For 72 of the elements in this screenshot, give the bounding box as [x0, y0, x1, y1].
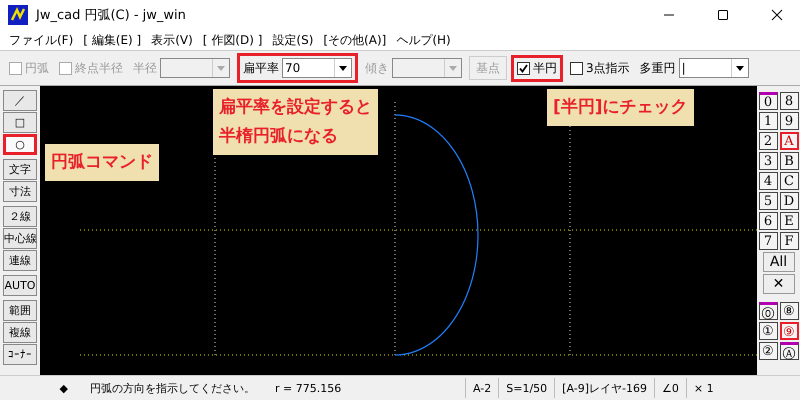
- tool-button[interactable]: ○: [3, 134, 37, 155]
- layer-button[interactable]: E: [780, 212, 798, 230]
- menu-item[interactable]: 設定(S): [267, 32, 318, 48]
- layer-button[interactable]: 2: [758, 132, 778, 150]
- layer-group-button[interactable]: ①: [758, 322, 778, 340]
- status-cell: [A-9]レイヤ-169: [554, 378, 654, 398]
- status-marker: ◆: [58, 382, 69, 394]
- combo-field[interactable]: |: [678, 58, 749, 78]
- tool-button[interactable]: 複線: [3, 322, 37, 343]
- tool-button[interactable]: 文字: [3, 159, 37, 180]
- layer-group-button[interactable]: ⑨: [780, 322, 798, 340]
- field-label: 扁平率: [243, 60, 279, 76]
- tool-button[interactable]: □: [3, 112, 37, 133]
- layer-button[interactable]: B: [780, 152, 798, 170]
- tool-button[interactable]: 寸法: [3, 181, 37, 202]
- field-label: 多重円: [640, 60, 676, 76]
- layer-button[interactable]: 1: [758, 112, 778, 130]
- annotation-note: 扁平率を設定すると 半楕円弧になる: [213, 89, 378, 155]
- tool-button[interactable]: 中心線: [3, 228, 37, 249]
- status-cell: S=1/50: [498, 378, 554, 398]
- dropdown-arrow-icon[interactable]: [339, 66, 347, 70]
- menu-item[interactable]: [その他(A)]: [318, 32, 392, 48]
- app-icon: [8, 5, 28, 25]
- layer-group-button[interactable]: Ⓐ: [780, 342, 798, 360]
- layer-button[interactable]: 0: [758, 92, 778, 110]
- tool-button[interactable]: 連線: [3, 250, 37, 271]
- layer-group-button[interactable]: ⓪: [758, 302, 778, 320]
- layer-button[interactable]: D: [780, 192, 798, 210]
- layer-group-button[interactable]: ⑧: [780, 302, 798, 320]
- layer-group-button[interactable]: ②: [758, 342, 778, 360]
- close-icon[interactable]: [771, 9, 783, 21]
- layer-button[interactable]: 4: [758, 172, 778, 190]
- tool-button[interactable]: AUTO: [3, 275, 37, 296]
- menu-item[interactable]: 表示(V): [146, 32, 198, 48]
- status-reading: r = 775.156: [275, 382, 342, 394]
- status-cell: ∠0: [654, 378, 686, 398]
- checkbox-label: 円弧: [25, 60, 49, 76]
- status-message: 円弧の方向を指示してください。: [89, 380, 256, 396]
- checkbox[interactable]: [517, 62, 530, 74]
- combo-field[interactable]: 70: [282, 58, 352, 78]
- checkbox-label: 3点指示: [586, 60, 630, 76]
- tool-button[interactable]: 範囲: [3, 300, 37, 321]
- field-label: 半径: [133, 60, 157, 76]
- field-label: 傾き: [365, 60, 389, 76]
- maximize-icon[interactable]: [717, 9, 729, 21]
- checkbox-label: 半円: [533, 60, 557, 76]
- tool-button[interactable]: ／: [3, 90, 37, 111]
- annotation-note: 円弧コマンド: [45, 144, 159, 181]
- layer-button[interactable]: 6: [758, 212, 778, 230]
- checkbox[interactable]: [570, 62, 583, 74]
- menu-item[interactable]: [ 作図(D) ]: [198, 32, 268, 48]
- menu-item[interactable]: [ 編集(E) ]: [78, 32, 146, 48]
- status-cell: × 1: [686, 378, 721, 398]
- menu-item[interactable]: ヘルプ(H): [391, 32, 456, 48]
- layer-button[interactable]: C: [780, 172, 798, 190]
- tool-button[interactable]: ｺｰﾅｰ: [3, 344, 37, 365]
- annotation-note: [半円]にチェック: [547, 89, 694, 126]
- layer-button[interactable]: ✕: [762, 274, 794, 294]
- menu-item[interactable]: ファイル(F): [4, 32, 78, 48]
- layer-button[interactable]: All: [762, 252, 794, 272]
- dropdown-arrow-icon[interactable]: [736, 66, 744, 70]
- layer-button[interactable]: 7: [758, 232, 778, 250]
- layer-button[interactable]: 9: [780, 112, 798, 130]
- layer-button[interactable]: 3: [758, 152, 778, 170]
- layer-button[interactable]: 8: [780, 92, 798, 110]
- layer-button[interactable]: A: [780, 132, 798, 150]
- checkbox-label: 終点半径: [75, 60, 123, 76]
- window-title: Jw_cad 円弧(C) - jw_win: [36, 7, 187, 24]
- layer-button[interactable]: 5: [758, 192, 778, 210]
- tool-button[interactable]: ２線: [3, 206, 37, 227]
- layer-button[interactable]: F: [780, 232, 798, 250]
- status-cell: A-2: [465, 378, 498, 398]
